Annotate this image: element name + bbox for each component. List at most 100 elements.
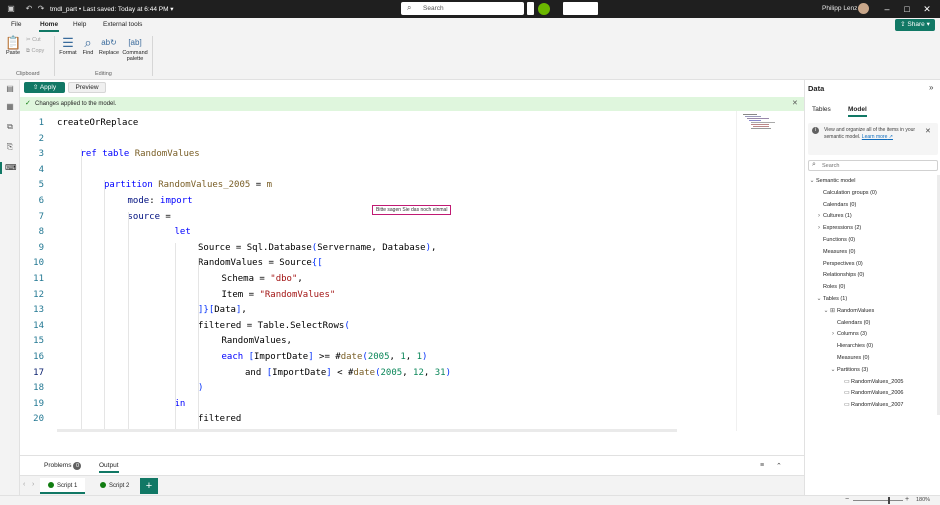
format-button[interactable]: ☰ Format	[57, 36, 79, 57]
tree-item[interactable]: ⌄Semantic model	[808, 176, 855, 187]
apply-button[interactable]: ⇧ Apply	[24, 82, 65, 93]
code-editor[interactable]: 1 2 3 4 5 6 7 8 9 10 11 12 13 14 15 16 17 18 19 20 createOr…	[20, 111, 804, 455]
tab-problems[interactable]: Problems 0	[44, 462, 82, 470]
tmdl-view-icon[interactable]: ⌨	[5, 163, 17, 173]
table-view-icon[interactable]: ▦	[5, 102, 15, 112]
copilot-icon[interactable]	[538, 3, 550, 15]
find-button[interactable]: ⌕ Find	[80, 36, 96, 57]
chevron-icon[interactable]: ›	[829, 329, 837, 340]
cut-button[interactable]: ✂ Cut	[26, 37, 41, 43]
paste-button[interactable]: 📋 Paste	[5, 36, 21, 57]
report-view-icon[interactable]: ▤	[5, 84, 15, 94]
tree-item[interactable]: Calculation groups (0)	[815, 188, 877, 199]
zoom-level[interactable]: 180%	[916, 497, 930, 503]
clear-output-icon[interactable]: ≡	[760, 462, 764, 469]
scroll-left-icon[interactable]: ‹	[23, 481, 25, 488]
minimap[interactable]	[736, 111, 804, 431]
tree-item[interactable]: Measures (0)	[829, 353, 869, 364]
search-box[interactable]: ⌕ Search	[401, 2, 524, 15]
chevron-icon[interactable]: ›	[815, 211, 823, 222]
data-search-input[interactable]: ⌕ Search	[808, 160, 938, 171]
minimize-icon[interactable]: –	[880, 3, 894, 15]
chevron-icon[interactable]: ⌄	[815, 294, 823, 305]
code-line[interactable]: Schema = "dbo",	[222, 274, 303, 289]
chevron-icon[interactable]: ›	[815, 223, 823, 234]
avatar[interactable]	[858, 3, 869, 14]
zoom-in-icon[interactable]: +	[905, 496, 909, 503]
code-line[interactable]: filtered	[198, 414, 241, 429]
tree-item[interactable]: › Cultures (1)	[815, 211, 852, 222]
close-icon[interactable]: ✕	[920, 3, 934, 15]
code-line[interactable]: let	[175, 227, 191, 242]
tab-model[interactable]: Model	[848, 106, 867, 117]
tab-tables[interactable]: Tables	[812, 106, 831, 113]
tree-item[interactable]: ▭RandomValues_2006	[836, 388, 904, 399]
tree-item[interactable]: Calendars (0)	[815, 200, 856, 211]
code-line[interactable]: partition RandomValues_2005 = m	[104, 180, 272, 195]
tree-item[interactable]: ▭RandomValues_2007	[836, 400, 904, 411]
code-line[interactable]: RandomValues,	[222, 336, 292, 351]
code-line[interactable]: mode: import	[128, 196, 193, 211]
tree-item[interactable]: Roles (0)	[815, 282, 845, 293]
zoom-slider-thumb[interactable]	[888, 497, 890, 504]
tree-item[interactable]: Perspectives (0)	[815, 259, 863, 270]
copy-button[interactable]: ⧉ Copy	[26, 48, 44, 55]
model-view-icon[interactable]: ⧉	[5, 122, 15, 132]
tree-item[interactable]: › Expressions (2)	[815, 223, 861, 234]
data-pane: Data » Tables Model i View and organize …	[804, 80, 940, 495]
undo-icon[interactable]: ↶	[24, 4, 34, 14]
menu-help[interactable]: Help	[73, 21, 86, 28]
tree-item[interactable]: Functions (0)	[815, 235, 855, 246]
zoom-out-icon[interactable]: −	[845, 496, 849, 503]
script-tab-2[interactable]: Script 2	[92, 478, 137, 494]
learn-more-link[interactable]: Learn more ↗	[862, 134, 893, 140]
script-tab-1[interactable]: Script 1	[40, 478, 86, 494]
dax-query-view-icon[interactable]: ⎘	[5, 142, 15, 152]
redo-icon[interactable]: ↷	[36, 4, 46, 14]
code-line[interactable]: source =	[128, 212, 171, 227]
code-line[interactable]: RandomValues = Source{[	[198, 258, 323, 273]
code-line[interactable]: each [ImportDate] >= #date(2005, 1, 1)	[222, 352, 428, 367]
expand-panel-icon[interactable]: ⌃	[776, 462, 782, 470]
chevron-icon[interactable]: ⌄	[808, 176, 816, 187]
code-line[interactable]: ref table RandomValues	[81, 149, 200, 164]
tab-output[interactable]: Output	[99, 462, 119, 473]
document-title[interactable]: tmdl_part • Last saved: Today at 6:44 PM…	[50, 5, 174, 13]
tree-item[interactable]: Hierarchies (0)	[829, 341, 873, 352]
tree-item[interactable]: Measures (0)	[815, 247, 855, 258]
menu-external-tools[interactable]: External tools	[103, 21, 142, 28]
chevron-icon[interactable]: ⌄	[822, 306, 830, 317]
code-line[interactable]: and [ImportDate] < #date(2005, 12, 31)	[245, 368, 451, 383]
zoom-slider[interactable]	[853, 500, 903, 501]
tree-item[interactable]: Calendars (0)	[829, 318, 870, 329]
code-line[interactable]: Source = Sql.Database(Servername, Databa…	[198, 243, 436, 258]
indent-guide	[80, 149, 82, 430]
menu-file[interactable]: File	[11, 21, 21, 28]
menu-home[interactable]: Home	[40, 21, 58, 28]
maximize-icon[interactable]: □	[900, 3, 914, 15]
code-line[interactable]: createOrReplace	[57, 118, 138, 133]
tree-item[interactable]: Relationships (0)	[815, 270, 864, 281]
collapse-pane-icon[interactable]: »	[929, 83, 933, 92]
code-line[interactable]: filtered = Table.SelectRows(	[198, 321, 350, 336]
code-area[interactable]: createOrReplace ref table RandomValues par…	[57, 111, 747, 431]
preview-button[interactable]: Preview	[68, 82, 106, 93]
tree-item[interactable]: › Columns (3)	[829, 329, 867, 340]
code-line[interactable]: ]}[Data],	[198, 305, 247, 320]
code-line[interactable]: in	[175, 399, 186, 414]
close-banner-icon[interactable]: ✕	[792, 99, 798, 107]
tree-item[interactable]: ▭RandomValues_2005	[836, 377, 904, 388]
code-line[interactable]: Item = "RandomValues"	[222, 290, 336, 305]
share-button[interactable]: ⇪ Share ▾	[895, 19, 935, 31]
add-script-button[interactable]: +	[140, 478, 158, 494]
close-info-icon[interactable]: ✕	[925, 127, 931, 135]
horizontal-scrollbar[interactable]	[57, 429, 677, 432]
toolbar-field[interactable]	[563, 2, 598, 15]
scroll-right-icon[interactable]: ›	[32, 481, 34, 488]
tree-item[interactable]: ⌄Partitions (3)	[829, 365, 868, 376]
command-palette-button[interactable]: [ab] Command palette	[121, 36, 149, 62]
tree-item[interactable]: ⌄⊞ RandomValues	[822, 306, 874, 317]
chevron-icon[interactable]: ⌄	[829, 365, 837, 376]
replace-button[interactable]: ab↻ Replace	[97, 36, 121, 56]
tree-item[interactable]: ⌄Tables (1)	[815, 294, 847, 305]
